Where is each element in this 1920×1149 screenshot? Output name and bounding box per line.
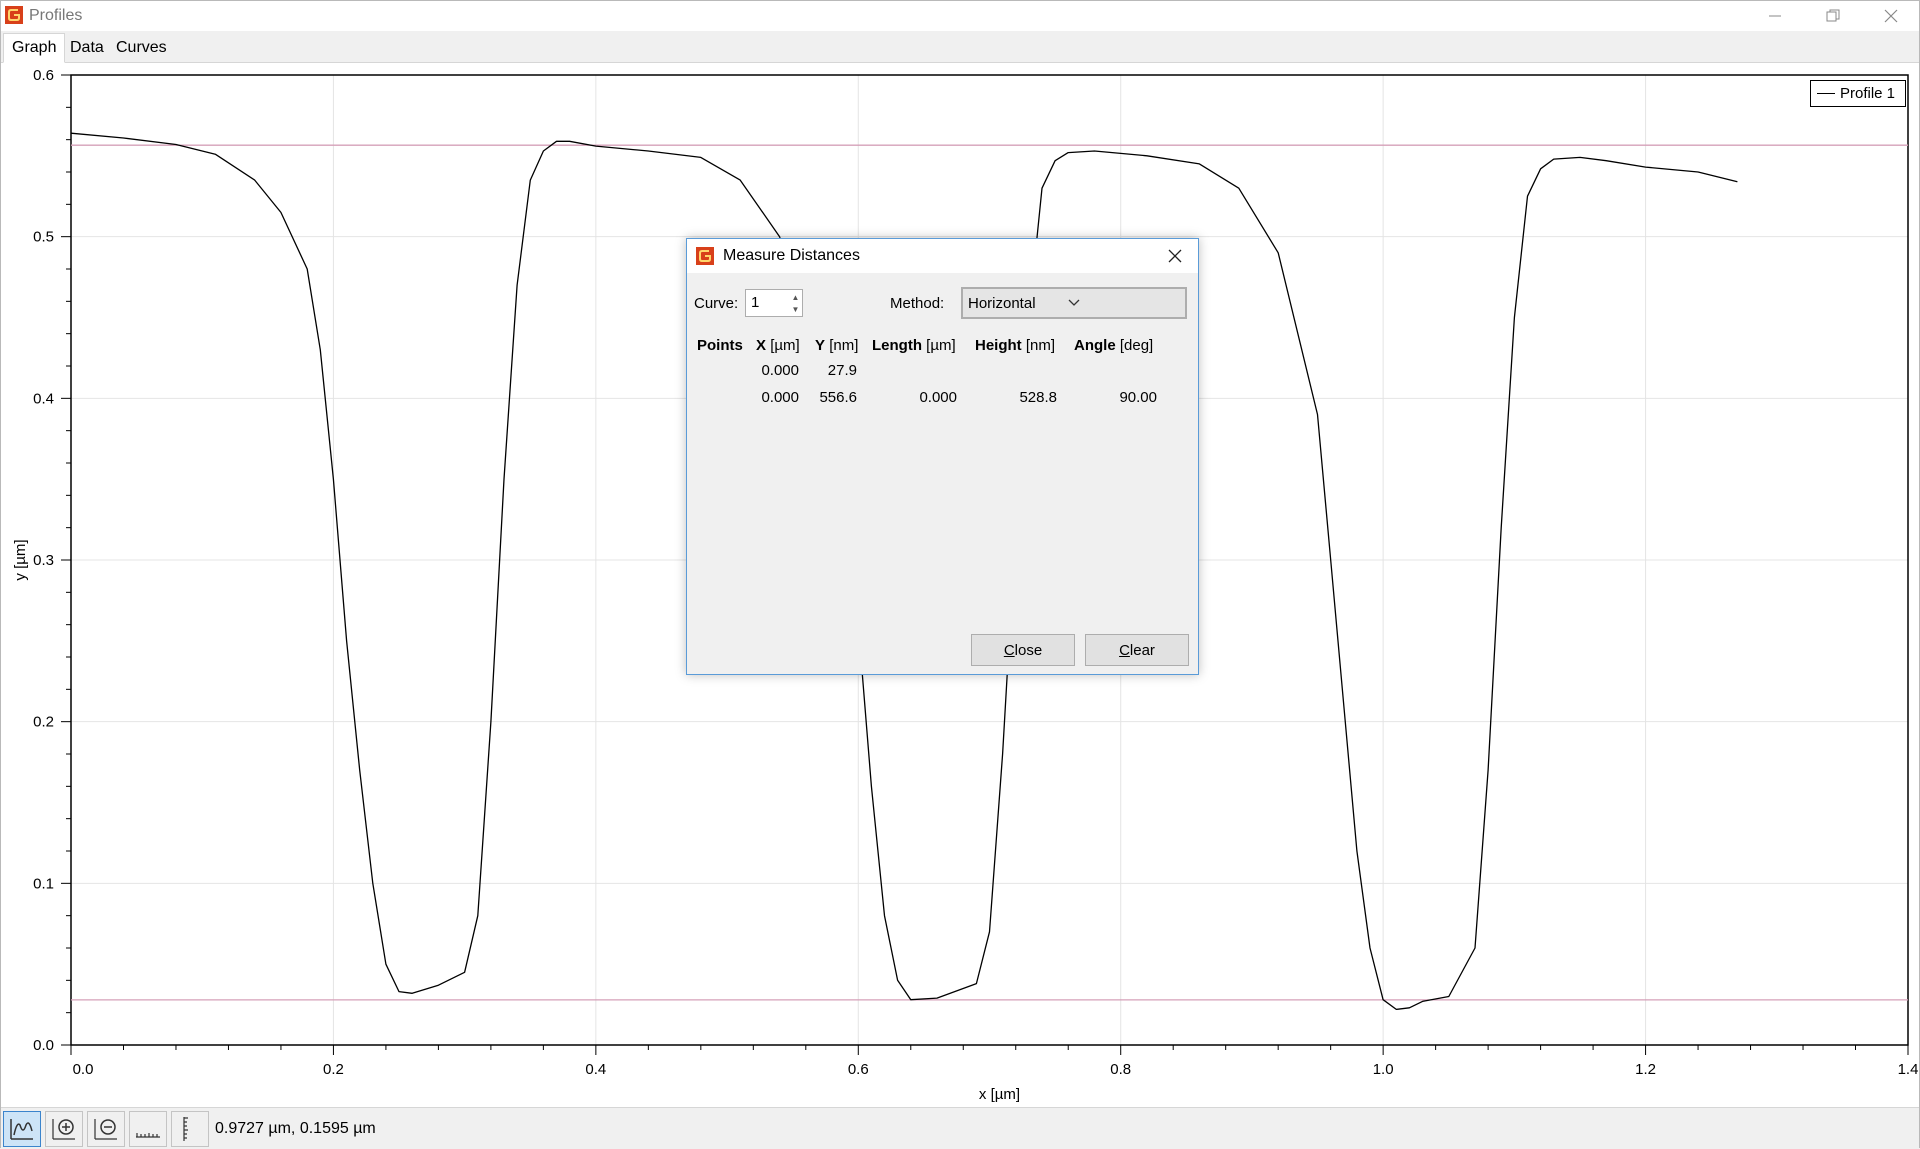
tab-bar: Graph Data Curves: [1, 31, 1919, 63]
tab-curves[interactable]: Curves: [107, 33, 176, 63]
row2-angle: 90.00: [1119, 389, 1157, 406]
row2-x: 0.000: [761, 389, 799, 406]
dialog-title: Measure Distances: [723, 247, 860, 264]
x-tick-label: 0.8: [1110, 1061, 1131, 1078]
x-axis-label: x [µm]: [979, 1086, 1020, 1103]
curve-value[interactable]: 1: [751, 294, 759, 311]
y-axis-label: y [µm]: [12, 539, 29, 580]
close-window-button[interactable]: [1863, 1, 1919, 30]
profiles-window: Profiles Graph Data Curves 0.0 0.2 0.4 0.6 0…: [0, 0, 1920, 1149]
legend-swatch: [1817, 93, 1835, 94]
title-bar: Profiles: [1, 1, 1919, 30]
zoom-in-tool[interactable]: [45, 1111, 83, 1147]
profile-select-icon: [10, 1119, 33, 1140]
method-label: Method:: [890, 295, 945, 312]
y-tick-label: 0.2: [33, 714, 54, 731]
legend: Profile 1: [1810, 80, 1906, 107]
row2-length: 0.000: [919, 389, 957, 406]
row2-y: 556.6: [819, 389, 857, 406]
x-tick-label: 1.4: [1898, 1061, 1919, 1078]
y-tick-label: 0.3: [33, 552, 54, 569]
y-tick-label: 0.0: [33, 1037, 54, 1054]
window-title: Profiles: [29, 7, 83, 24]
restore-icon: [1826, 9, 1840, 21]
restore-button[interactable]: [1805, 1, 1861, 30]
tab-data[interactable]: Data: [61, 33, 113, 63]
cursor-coordinates: 0.9727 µm, 0.1595 µm: [215, 1120, 376, 1137]
row2-height: 528.8: [1019, 389, 1057, 406]
method-value: Horizontal: [968, 295, 1036, 312]
spin-up-icon[interactable]: ▲: [790, 291, 801, 303]
method-dropdown[interactable]: Horizontal: [961, 287, 1187, 319]
measure-horizontal-tool[interactable]: [129, 1111, 167, 1147]
x-tick-label: 1.0: [1373, 1061, 1394, 1078]
status-bar: 0.9727 µm, 0.1595 µm: [1, 1107, 1919, 1149]
app-icon: [696, 247, 714, 265]
row1-x: 0.000: [761, 362, 799, 379]
col-header-angle: Angle [deg]: [1074, 337, 1154, 354]
dialog-title-bar[interactable]: Measure Distances: [687, 239, 1198, 273]
col-header-height: Height [nm]: [975, 337, 1056, 354]
profile-select-tool[interactable]: [3, 1111, 41, 1147]
measure-vertical-tool[interactable]: [171, 1111, 209, 1147]
col-header-points: Points: [697, 337, 743, 354]
y-tick-label: 0.4: [33, 390, 54, 407]
measure-vertical-icon: [183, 1117, 188, 1141]
chevron-down-icon: [1068, 299, 1080, 306]
col-header-x: X [µm]: [756, 337, 800, 354]
clear-button[interactable]: Clear: [1085, 634, 1189, 666]
col-header-y: Y [nm]: [815, 337, 859, 354]
close-icon: [1168, 249, 1182, 263]
measure-horizontal-icon: [136, 1133, 160, 1138]
zoom-in-icon: [52, 1119, 75, 1140]
legend-label: Profile 1: [1840, 85, 1896, 102]
x-tick-label: 0.4: [585, 1061, 606, 1078]
close-icon: [1884, 9, 1898, 22]
x-tick-label: 1.2: [1635, 1061, 1656, 1078]
minimize-icon: [1769, 15, 1781, 16]
curve-label: Curve:: [694, 295, 739, 312]
close-button[interactable]: Close: [971, 634, 1075, 666]
y-tick-label: 0.1: [33, 875, 54, 892]
dialog-close-button[interactable]: [1154, 239, 1196, 273]
row1-y: 27.9: [827, 362, 857, 379]
x-tick-label: 0.2: [323, 1061, 344, 1078]
zoom-out-icon: [94, 1119, 117, 1140]
zoom-out-tool[interactable]: [87, 1111, 125, 1147]
y-tick-label: 0.5: [33, 229, 54, 246]
curve-spinbox[interactable]: 1 ▲ ▼: [745, 289, 803, 317]
x-tick-label: 0.0: [73, 1061, 94, 1078]
col-header-length: Length [µm]: [872, 337, 956, 354]
x-tick-label: 0.6: [848, 1061, 869, 1078]
spin-down-icon[interactable]: ▼: [790, 303, 801, 315]
y-tick-label: 0.6: [33, 67, 54, 84]
measure-distances-dialog: Measure Distances Curve: 1 ▲ ▼ Method: H…: [686, 238, 1199, 675]
minimize-button[interactable]: [1747, 1, 1803, 30]
tab-graph[interactable]: Graph: [3, 33, 66, 63]
app-icon: [5, 6, 23, 24]
